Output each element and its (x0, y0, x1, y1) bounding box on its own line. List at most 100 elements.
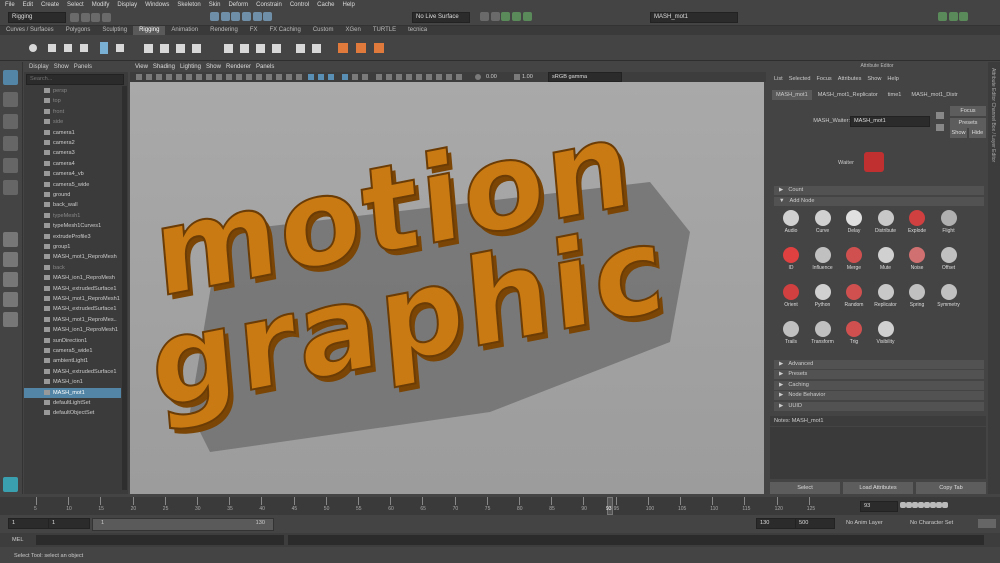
outliner-item[interactable]: camera5_wide1 (24, 346, 121, 356)
layout-side-icon[interactable] (3, 272, 18, 287)
ae-tab[interactable]: MASH_mot1_Replicator (813, 90, 882, 100)
waiter-name-field[interactable]: MASH_mot1 (850, 116, 930, 127)
mash-node-offset[interactable]: Offset (934, 247, 964, 271)
outliner-item[interactable]: back (24, 263, 121, 273)
menu-edit[interactable]: Edit (23, 0, 33, 10)
ae-menu-help[interactable]: Help (887, 74, 899, 84)
mash-node-explode[interactable]: Explode (902, 210, 932, 234)
section-uuid[interactable]: ▶ UUID (774, 401, 984, 411)
shelf-tab-rigging[interactable]: Rigging (133, 26, 166, 35)
hide-button[interactable]: Hide (969, 128, 986, 138)
mash-node-id[interactable]: ID (776, 247, 806, 271)
outliner-item[interactable]: MASH_mot1_ReproMesh (24, 252, 121, 262)
mash-node-delay[interactable]: Delay (839, 210, 869, 234)
show-button[interactable]: Show (950, 128, 967, 138)
mash-node-orient[interactable]: Orient (776, 284, 806, 308)
mash-node-trig[interactable]: Trig (839, 321, 869, 345)
shelf-tab-sculpting[interactable]: Sculpting (96, 26, 133, 35)
live-surface-field[interactable]: No Live Surface (412, 12, 470, 23)
mash-node-merge[interactable]: Merge (839, 247, 869, 271)
outliner-menu-display[interactable]: Display (29, 62, 49, 72)
ae-tab[interactable]: time1 (883, 90, 906, 100)
menu-windows[interactable]: Windows (145, 0, 169, 10)
gamma-field[interactable]: 1.00 (522, 72, 542, 82)
outliner-scrollbar[interactable] (122, 86, 127, 490)
mash-node-symmetry[interactable]: Symmetry (934, 284, 964, 308)
ae-menu-attributes[interactable]: Attributes (838, 74, 862, 84)
command-input[interactable] (36, 535, 284, 545)
section-caching[interactable]: ▶ Caching (774, 380, 984, 390)
shelf-icons[interactable] (0, 36, 1000, 60)
mash-node-curve[interactable]: Curve (808, 210, 838, 234)
ae-tab[interactable]: MASH_mot1_Distr (907, 90, 962, 100)
select-button[interactable]: Select (770, 482, 840, 494)
shelf-tab-animation[interactable]: Animation (165, 26, 204, 35)
outliner-item[interactable]: camera5_wide (24, 180, 121, 190)
menu-constrain[interactable]: Constrain (256, 0, 282, 10)
ae-menu-show[interactable]: Show (867, 74, 881, 84)
outliner-item[interactable]: camera2 (24, 138, 121, 148)
outliner-item[interactable]: MASH_ion1_ReproMesh1 (24, 325, 121, 335)
menu-file[interactable]: File (5, 0, 15, 10)
outliner-item[interactable]: camera4_vb (24, 169, 121, 179)
viewport-menu-shading[interactable]: Shading (153, 62, 175, 72)
outliner-item[interactable]: camera1 (24, 128, 121, 138)
viewport-menu-lighting[interactable]: Lighting (180, 62, 201, 72)
outliner-item[interactable]: camera3 (24, 148, 121, 158)
outliner-item[interactable]: MASH_mot1_ReproMes.. (24, 315, 121, 325)
outliner-item[interactable]: top (24, 96, 121, 106)
layout-stack-icon[interactable] (3, 292, 18, 307)
file-tools-icons[interactable] (70, 13, 200, 23)
panel-toggle-icons[interactable] (938, 12, 998, 22)
playback-controls[interactable] (900, 502, 996, 510)
outliner-item[interactable]: sunDirection1 (24, 336, 121, 346)
outliner-item[interactable]: MASH_mot1_ReproMesh1 (24, 294, 121, 304)
section-advanced[interactable]: ▶ Advanced (774, 360, 984, 369)
outliner-item[interactable]: defaultObjectSet (24, 408, 121, 418)
shelf-tab-xgen[interactable]: XGen (340, 26, 367, 35)
shelf-tab-tecnica[interactable]: tecnica (402, 26, 433, 35)
mash-node-spring[interactable]: Spring (902, 284, 932, 308)
3d-viewport[interactable]: motion motion graphic graphic (130, 82, 764, 494)
viewport-menu-show[interactable]: Show (206, 62, 221, 72)
menu-modify[interactable]: Modify (92, 0, 110, 10)
ae-menu-list[interactable]: List (774, 74, 783, 84)
outliner-item[interactable]: persp (24, 86, 121, 96)
layout-single-icon[interactable] (3, 232, 18, 247)
notes-textarea[interactable] (770, 427, 986, 479)
outliner-item[interactable]: front (24, 107, 121, 117)
object-name-field[interactable]: MASH_mot1 (650, 12, 738, 23)
paint-select-icon[interactable] (3, 114, 18, 129)
mash-node-distribute[interactable]: Distribute (871, 210, 901, 234)
shelf-tab-custom[interactable]: Custom (307, 26, 340, 35)
menu-skeleton[interactable]: Skeleton (177, 0, 200, 10)
outliner-item[interactable]: camera4 (24, 159, 121, 169)
mash-node-noise[interactable]: Noise (902, 247, 932, 271)
time-slider[interactable]: 5 10 15 20 25 30 35 40 45 50 55 60 65 70 75 80 85 90 95 100… (0, 497, 1000, 515)
focus-button[interactable]: Focus (950, 106, 986, 116)
render-icons[interactable] (480, 12, 630, 22)
snap-icons[interactable] (210, 12, 330, 22)
mash-node-mute[interactable]: Mute (871, 247, 901, 271)
rotate-tool-icon[interactable] (3, 158, 18, 173)
outliner-search-input[interactable] (26, 74, 124, 85)
outliner-item[interactable]: extrudeProfile3 (24, 232, 121, 242)
shelf-tab-rendering[interactable]: Rendering (204, 26, 244, 35)
playback-start-field[interactable]: 1 (48, 518, 90, 529)
mash-node-trails[interactable]: Trails (776, 321, 806, 345)
viewport-menu-view[interactable]: View (135, 62, 148, 72)
outliner-item[interactable]: MASH_ion1_ReproMesh (24, 273, 121, 283)
focus-arrow-icon[interactable] (936, 112, 944, 119)
anim-prefs-icon[interactable] (978, 519, 996, 528)
presets-arrow-icon[interactable] (936, 124, 944, 131)
section-node-behavior[interactable]: ▶ Node Behavior (774, 391, 984, 401)
colorspace-dropdown[interactable]: sRGB gamma (548, 72, 622, 82)
mash-node-visibility[interactable]: Visibility (871, 321, 901, 345)
section-count[interactable]: ▶ Count (774, 186, 984, 195)
scene-end-field[interactable]: 500 (795, 518, 835, 529)
outliner-item[interactable]: MASH_extrudedSurface1 (24, 304, 121, 314)
outliner-item[interactable]: ambientLight1 (24, 356, 121, 366)
outliner-item[interactable]: defaultLightSet (24, 398, 121, 408)
menu-display[interactable]: Display (117, 0, 137, 10)
lasso-tool-icon[interactable] (3, 92, 18, 107)
